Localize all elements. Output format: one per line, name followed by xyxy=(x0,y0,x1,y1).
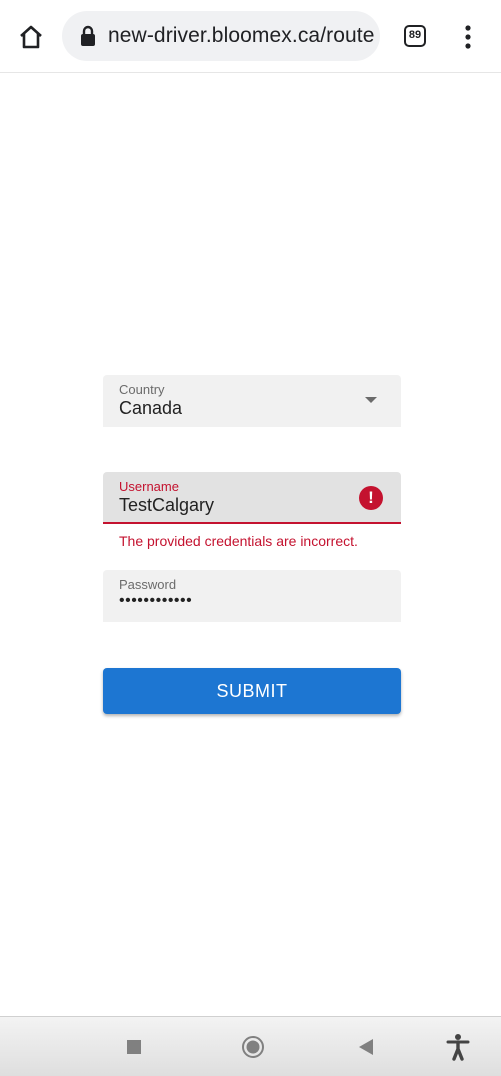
address-bar[interactable]: new-driver.bloomex.ca/route xyxy=(62,11,380,61)
browser-toolbar: new-driver.bloomex.ca/route 89 xyxy=(0,0,501,73)
username-value: TestCalgary xyxy=(119,495,215,515)
country-label: Country xyxy=(119,382,165,397)
username-label: Username xyxy=(119,479,179,494)
home-circle-icon[interactable] xyxy=(241,1035,265,1059)
password-value: •••••••••••• xyxy=(119,592,193,609)
back-triangle-icon[interactable] xyxy=(359,1039,373,1055)
password-label: Password xyxy=(119,577,177,592)
android-nav-bar xyxy=(0,1016,501,1076)
country-value: Canada xyxy=(119,398,183,418)
recents-square-icon[interactable] xyxy=(127,1040,141,1054)
lock-icon xyxy=(81,25,95,46)
dropdown-arrow-icon xyxy=(365,397,377,403)
home-icon[interactable] xyxy=(16,22,46,52)
error-icon: ! xyxy=(359,486,383,510)
password-field[interactable]: Password •••••••••••• xyxy=(103,570,401,622)
country-select[interactable]: Country Canada xyxy=(103,375,401,427)
username-error-message: The provided credentials are incorrect. xyxy=(119,533,358,549)
tab-switcher-button[interactable]: 89 xyxy=(404,25,426,47)
accessibility-icon[interactable] xyxy=(446,1033,470,1061)
username-field[interactable]: Username TestCalgary ! xyxy=(103,472,401,524)
url-text: new-driver.bloomex.ca/route xyxy=(108,24,375,47)
more-vert-icon[interactable] xyxy=(458,22,478,52)
submit-button[interactable]: SUBMIT xyxy=(103,668,401,714)
screen: new-driver.bloomex.ca/route 89 Country C… xyxy=(0,0,501,1076)
